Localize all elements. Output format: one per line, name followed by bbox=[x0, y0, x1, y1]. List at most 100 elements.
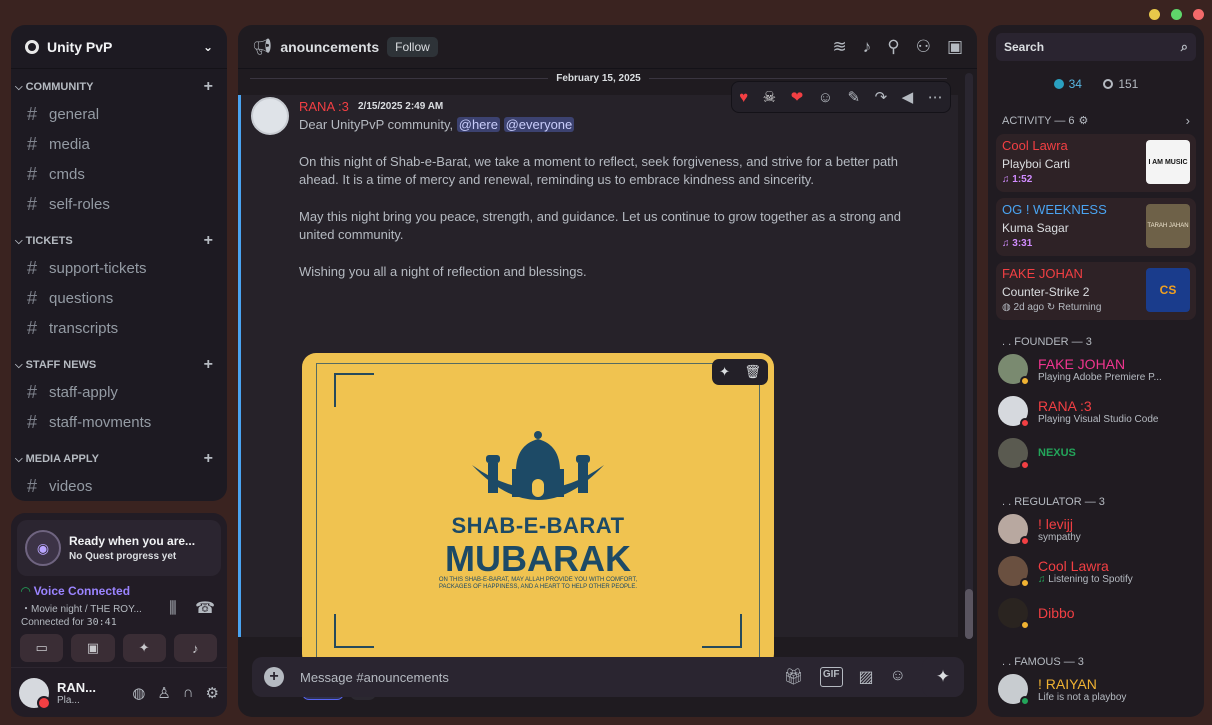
chevron-right-icon[interactable]: › bbox=[1186, 113, 1190, 128]
add-channel-icon[interactable]: + bbox=[204, 450, 213, 468]
channel-cmds[interactable]: # cmds bbox=[11, 159, 227, 189]
activities-button[interactable]: ✦ bbox=[122, 634, 166, 662]
forward-icon[interactable]: ↷ bbox=[875, 88, 888, 106]
apps-button[interactable]: ✦ bbox=[922, 657, 964, 697]
member-status: Playing Visual Studio Code bbox=[1038, 413, 1159, 425]
channel-label: staff-movments bbox=[49, 413, 152, 431]
gear-icon[interactable]: ⚙ bbox=[1079, 114, 1089, 127]
gif-icon[interactable]: GIF bbox=[819, 667, 843, 687]
microphone-icon[interactable]: ♙ bbox=[157, 684, 170, 702]
member-row[interactable]: NEXUS bbox=[988, 432, 1204, 474]
banner-title: SHAB-E-BARAT bbox=[451, 513, 625, 538]
voice-status[interactable]: ◠ Voice Connected bbox=[21, 584, 217, 598]
activity-header[interactable]: ACTIVITY — 6 ⚙ › bbox=[988, 113, 1204, 128]
member-name: FAKE JOHAN bbox=[1038, 355, 1126, 372]
signal-icon: ◠ bbox=[21, 584, 34, 598]
channel-label: self-roles bbox=[49, 195, 110, 213]
publish-icon[interactable]: ◀ bbox=[902, 88, 914, 106]
sticker-icon[interactable]: ▨ bbox=[859, 667, 874, 687]
member-row[interactable]: RANA :3 Playing Visual Studio Code bbox=[988, 390, 1204, 432]
gift-icon[interactable]: 🎁︎ bbox=[784, 667, 804, 687]
timestamp: 2/15/2025 2:49 AM bbox=[358, 101, 444, 112]
add-reaction-icon[interactable]: ☺ bbox=[818, 89, 833, 106]
heart-emoji-icon[interactable]: ♥ bbox=[739, 89, 748, 106]
avatar bbox=[998, 598, 1030, 630]
message[interactable]: RANA :3 2/15/2025 2:49 AM Dear UnityPvP … bbox=[238, 95, 958, 700]
search-box[interactable]: Search ⌕ bbox=[996, 33, 1196, 61]
skull-emoji-icon[interactable]: ☠ bbox=[763, 88, 776, 106]
channel-general[interactable]: # general bbox=[11, 99, 227, 129]
edit-icon[interactable]: ✎ bbox=[848, 88, 861, 106]
add-channel-icon[interactable]: + bbox=[204, 232, 213, 250]
channel-staff-apply[interactable]: # staff-apply bbox=[11, 377, 227, 407]
screenshare-button[interactable]: ▣ bbox=[71, 634, 115, 662]
scrollbar-thumb[interactable] bbox=[965, 589, 973, 639]
emoji-icon[interactable]: ☺ bbox=[890, 667, 906, 687]
soundboard-button[interactable]: ♪ bbox=[173, 634, 217, 662]
soundwave-icon[interactable]: ⫼ bbox=[169, 600, 176, 617]
avatar bbox=[998, 354, 1030, 386]
category-tickets[interactable]: ⌵ TICKETS + bbox=[11, 229, 227, 253]
user-status: Pla... bbox=[57, 694, 80, 706]
add-channel-icon[interactable]: + bbox=[204, 78, 213, 96]
disconnect-icon[interactable]: ☎ bbox=[195, 600, 215, 617]
avatar[interactable] bbox=[19, 677, 51, 710]
gear-icon[interactable]: ⚙ bbox=[206, 684, 219, 702]
message-composer[interactable]: + Message #anouncements 🎁︎ GIF ▨ ☺ bbox=[252, 657, 964, 697]
connected-label: Connected for bbox=[21, 617, 84, 628]
more-icon[interactable]: ⋯ bbox=[928, 88, 943, 106]
quest-card[interactable]: ◉ Ready when you are... No Quest progres… bbox=[17, 520, 221, 576]
red-heart-emoji-icon[interactable]: ❤ bbox=[791, 88, 804, 106]
member-name: ! RAIYAN bbox=[1038, 675, 1097, 692]
member-row[interactable]: FAKE JOHAN Playing Adobe Premiere P... bbox=[988, 348, 1204, 390]
camera-off-button[interactable]: ▭ bbox=[20, 634, 64, 662]
activity-card[interactable]: Cool Lawra Playboi Carti ♫ 1:52 I AM MUS… bbox=[996, 134, 1196, 192]
channel-videos[interactable]: # videos bbox=[11, 471, 227, 501]
channel-self-roles[interactable]: # self-roles bbox=[11, 189, 227, 219]
spotify-icon: ♫ bbox=[1038, 573, 1049, 585]
category-community[interactable]: ⌵ COMMUNITY + bbox=[11, 75, 227, 99]
member-row[interactable]: ! levijj sympathy bbox=[988, 508, 1204, 550]
author-name[interactable]: RANA :3 bbox=[299, 99, 349, 114]
activity-card[interactable]: OG ! WEEKNESS Kuma Sagar ♫ 3:31 TARAH JA… bbox=[996, 198, 1196, 256]
channel-support-tickets[interactable]: # support-tickets bbox=[11, 253, 227, 283]
apps-icon[interactable]: ✦ bbox=[719, 364, 730, 380]
close-dot[interactable] bbox=[1193, 9, 1204, 20]
channel-media[interactable]: # media bbox=[11, 129, 227, 159]
category-staff-news[interactable]: ⌵ STAFF NEWS + bbox=[11, 353, 227, 377]
mention-here[interactable]: @here bbox=[456, 117, 500, 132]
members-icon[interactable]: ⚇ bbox=[916, 37, 931, 57]
member-row[interactable]: Cool Lawra ♫ Listening to Spotify bbox=[988, 550, 1204, 592]
username[interactable]: RAN... bbox=[57, 680, 96, 695]
member-row[interactable]: ! RAIYAN Life is not a playboy bbox=[988, 668, 1204, 710]
bell-icon[interactable]: ♪ bbox=[863, 37, 872, 57]
inbox-icon[interactable]: ▣ bbox=[947, 37, 963, 57]
maximize-dot[interactable] bbox=[1171, 9, 1182, 20]
trash-icon[interactable]: 🗑︎ bbox=[744, 364, 761, 380]
channel-questions[interactable]: # questions bbox=[11, 283, 227, 313]
minimize-dot[interactable] bbox=[1149, 9, 1160, 20]
hash-icon: # bbox=[27, 257, 38, 278]
server-header[interactable]: Unity PvP ⌄ bbox=[11, 25, 227, 69]
channel-transcripts[interactable]: # transcripts bbox=[11, 313, 227, 343]
image-attachment[interactable]: SHAB-E-BARAT MUBARAK ON THIS SHAB-E-BARA… bbox=[302, 353, 774, 668]
threads-icon[interactable]: ≋ bbox=[832, 37, 846, 57]
add-channel-icon[interactable]: + bbox=[204, 356, 213, 374]
headphones-icon[interactable]: ∩ bbox=[183, 684, 194, 702]
search-icon: ⌕ bbox=[1180, 39, 1188, 54]
user-panel: RAN... Pla... ◍ ♙ ∩ ⚙ bbox=[11, 667, 227, 717]
category-media-apply[interactable]: ⌵ MEDIA APPLY + bbox=[11, 447, 227, 471]
scrollbar[interactable] bbox=[965, 73, 973, 639]
follow-button[interactable]: Follow bbox=[387, 36, 438, 57]
message-input[interactable]: Message #anouncements bbox=[300, 670, 784, 685]
gamepad-icon[interactable]: ◍ bbox=[132, 684, 145, 702]
author-avatar[interactable] bbox=[251, 97, 289, 135]
member-row[interactable]: Dibbo bbox=[988, 592, 1204, 634]
activity-card[interactable]: FAKE JOHAN Counter-Strike 2 ◍ 2d ago ↻ R… bbox=[996, 262, 1196, 320]
chevron-down-icon[interactable]: ⌄ bbox=[203, 40, 213, 54]
pin-icon[interactable]: ⚲ bbox=[887, 37, 899, 57]
upload-plus-icon[interactable]: + bbox=[264, 667, 284, 687]
channel-staff-movments[interactable]: # staff-movments bbox=[11, 407, 227, 437]
member-name: NEXUS bbox=[1038, 447, 1076, 459]
mention-everyone[interactable]: @everyone bbox=[503, 117, 575, 132]
